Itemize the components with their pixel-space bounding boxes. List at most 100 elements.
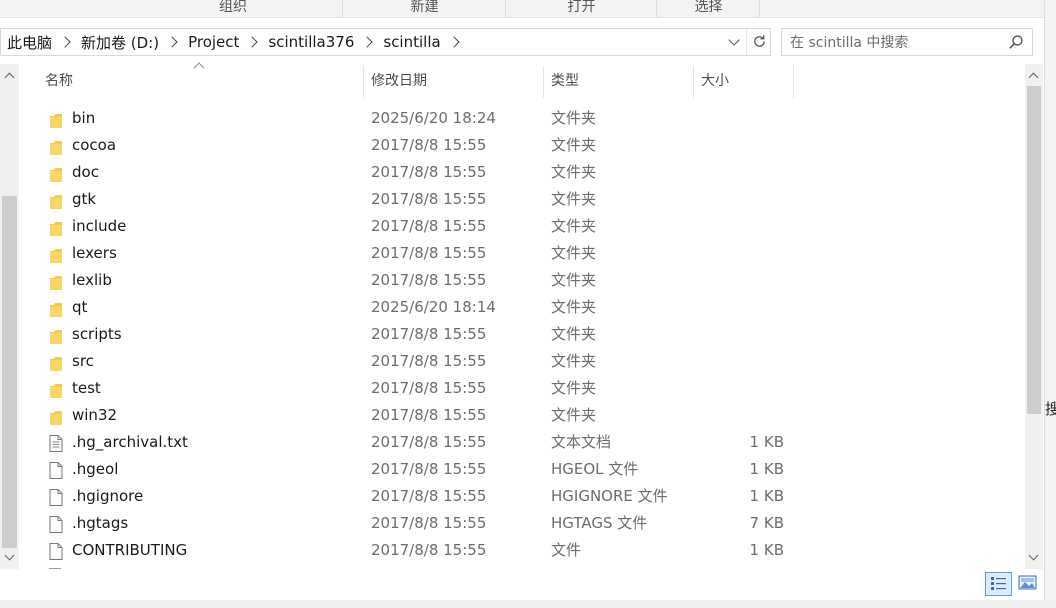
breadcrumb-scintilla[interactable]: scintilla (383, 33, 440, 51)
nav-scroll-thumb[interactable] (2, 196, 17, 548)
ribbon-group-organize: 组织 (124, 0, 343, 18)
file-row[interactable]: lexers 2017/8/8 15:55 文件夹 (20, 240, 1024, 267)
nav-scroll-down-icon[interactable] (4, 552, 15, 563)
address-history-dropdown-icon[interactable] (725, 31, 745, 53)
file-row[interactable]: bin 2025/6/20 18:24 文件夹 (20, 105, 1024, 132)
ribbon-group-labels: 组织 新建 打开 选择 (0, 0, 1056, 18)
file-row[interactable]: .hgtags 2017/8/8 15:55 HGTAGS 文件 7 KB (20, 510, 1024, 537)
file-row[interactable]: gtk 2017/8/8 15:55 文件夹 (20, 186, 1024, 213)
file-list-scrollbar[interactable] (1025, 64, 1043, 569)
breadcrumb-scintilla376[interactable]: scintilla376 (268, 33, 354, 51)
refresh-icon (754, 35, 765, 47)
file-type: 文件夹 (551, 109, 597, 127)
breadcrumb: 此电脑 新加卷 (D:) Project scintilla376 scinti… (7, 29, 470, 55)
window-edge (1044, 0, 1056, 600)
column-header-type[interactable]: 类型 (545, 64, 693, 98)
breadcrumb-separator-icon[interactable] (246, 36, 259, 48)
file-modified-date: 2017/8/8 15:55 (371, 190, 487, 208)
file-row[interactable]: qt 2025/6/20 18:14 文件夹 (20, 294, 1024, 321)
breadcrumb-separator-icon[interactable] (448, 36, 460, 48)
file-modified-date: 2025/6/20 18:24 (371, 109, 496, 127)
scroll-thumb[interactable] (1027, 86, 1041, 414)
file-row[interactable]: cocoa 2017/8/8 15:55 文件夹 (20, 132, 1024, 159)
file-modified-date: 2017/8/8 15:55 (371, 271, 487, 289)
file-size: 1 KB (749, 460, 784, 478)
large-icons-view-button[interactable] (1015, 572, 1042, 596)
ribbon-group-open-label: 打开 (567, 0, 596, 15)
file-modified-date: 2017/8/8 15:55 (371, 325, 487, 343)
file-name: include (72, 217, 127, 235)
file-name: CONTRIBUTING (72, 541, 188, 559)
file-type: 文件夹 (551, 190, 597, 208)
breadcrumb-drive-d[interactable]: 新加卷 (D:) (81, 32, 159, 53)
file-row[interactable]: .hgignore 2017/8/8 15:55 HGIGNORE 文件 1 KB (20, 483, 1024, 510)
file-name: win32 (72, 406, 118, 424)
ribbon-group-organize-label: 组织 (219, 0, 247, 15)
file-name: bin (72, 109, 96, 127)
file-row[interactable]: win32 2017/8/8 15:55 文件夹 (20, 402, 1024, 429)
file-modified-date: 2017/8/8 15:55 (371, 163, 487, 181)
file-type: HGIGNORE 文件 (551, 487, 668, 505)
column-header-size[interactable]: 大小 (695, 64, 793, 98)
breadcrumb-separator-icon[interactable] (59, 36, 71, 48)
file-name: lexers (72, 244, 117, 262)
window-bottom-border (0, 600, 1056, 608)
large-icons-view-icon (1018, 575, 1037, 590)
file-name: .hgtags (72, 514, 129, 532)
file-modified-date: 2025/6/20 18:14 (371, 298, 496, 316)
search-input[interactable] (790, 33, 1000, 53)
breadcrumb-separator-icon[interactable] (361, 36, 374, 48)
file-modified-date: 2017/8/8 15:55 (371, 244, 487, 262)
column-divider[interactable] (793, 66, 794, 98)
clipped-edge-text: 搜 (1045, 400, 1056, 418)
column-divider[interactable] (543, 66, 544, 98)
nav-scroll-up-icon[interactable] (4, 70, 15, 81)
ribbon-group-open: 打开 (507, 0, 657, 18)
file-type: 文件 (551, 541, 582, 559)
file-row[interactable]: src 2017/8/8 15:55 文件夹 (20, 348, 1024, 375)
file-type: 文件夹 (551, 379, 597, 397)
scroll-down-icon[interactable] (1028, 552, 1039, 563)
scroll-up-icon[interactable] (1028, 70, 1039, 81)
file-row[interactable]: test 2017/8/8 15:55 文件夹 (20, 375, 1024, 402)
file-type: 文件夹 (551, 298, 597, 316)
file-name: scripts (72, 325, 122, 343)
file-type: 文件夹 (551, 136, 597, 154)
search-box[interactable] (781, 28, 1033, 56)
file-size: 1 KB (749, 487, 784, 505)
file-modified-date: 2017/8/8 15:55 (371, 379, 487, 397)
breadcrumb-project[interactable]: Project (188, 33, 239, 51)
file-row[interactable]: .hg_archival.txt 2017/8/8 15:55 文本文档 1 KB (20, 429, 1024, 456)
navigation-pane-scrollbar[interactable] (0, 64, 19, 569)
file-modified-date: 2017/8/8 15:55 (371, 514, 487, 532)
column-divider[interactable] (693, 66, 694, 98)
breadcrumb-separator-icon[interactable] (166, 36, 178, 48)
file-modified-date: 2017/8/8 15:55 (371, 487, 487, 505)
file-row[interactable]: CONTRIBUTING 2017/8/8 15:55 文件 1 KB (20, 537, 1024, 564)
file-modified-date: 2017/8/8 15:55 (371, 460, 487, 478)
file-name: .hgignore (72, 487, 144, 505)
ribbon-group-select: 选择 (658, 0, 760, 18)
column-divider[interactable] (363, 66, 364, 98)
file-name: gtk (72, 190, 97, 208)
search-icon[interactable] (1008, 34, 1024, 50)
file-type: 文件夹 (551, 325, 597, 343)
file-list[interactable]: bin 2025/6/20 18:24 文件夹 cocoa 2017/8/8 15:55… (20, 105, 1024, 567)
file-type: 文本文档 (551, 433, 612, 451)
file-type: HGEOL 文件 (551, 460, 639, 478)
column-header-name[interactable]: 名称 (39, 64, 363, 98)
file-icon (49, 542, 63, 567)
file-row[interactable]: doc 2017/8/8 15:55 文件夹 (20, 159, 1024, 186)
details-view-button[interactable] (985, 572, 1012, 596)
file-name: doc (72, 163, 99, 181)
file-row[interactable]: include 2017/8/8 15:55 文件夹 (20, 213, 1024, 240)
file-row[interactable]: .hgeol 2017/8/8 15:55 HGEOL 文件 1 KB (20, 456, 1024, 483)
breadcrumb-this-pc[interactable]: 此电脑 (7, 32, 52, 53)
file-type: 文件夹 (551, 352, 597, 370)
address-bar[interactable]: 此电脑 新加卷 (D:) Project scintilla376 scinti… (0, 28, 771, 56)
column-header-date[interactable]: 修改日期 (365, 64, 543, 98)
file-row[interactable]: lexlib 2017/8/8 15:55 文件夹 (20, 267, 1024, 294)
file-row[interactable]: scripts 2017/8/8 15:55 文件夹 (20, 321, 1024, 348)
refresh-button[interactable] (746, 29, 770, 55)
file-modified-date: 2017/8/8 15:55 (371, 541, 487, 559)
